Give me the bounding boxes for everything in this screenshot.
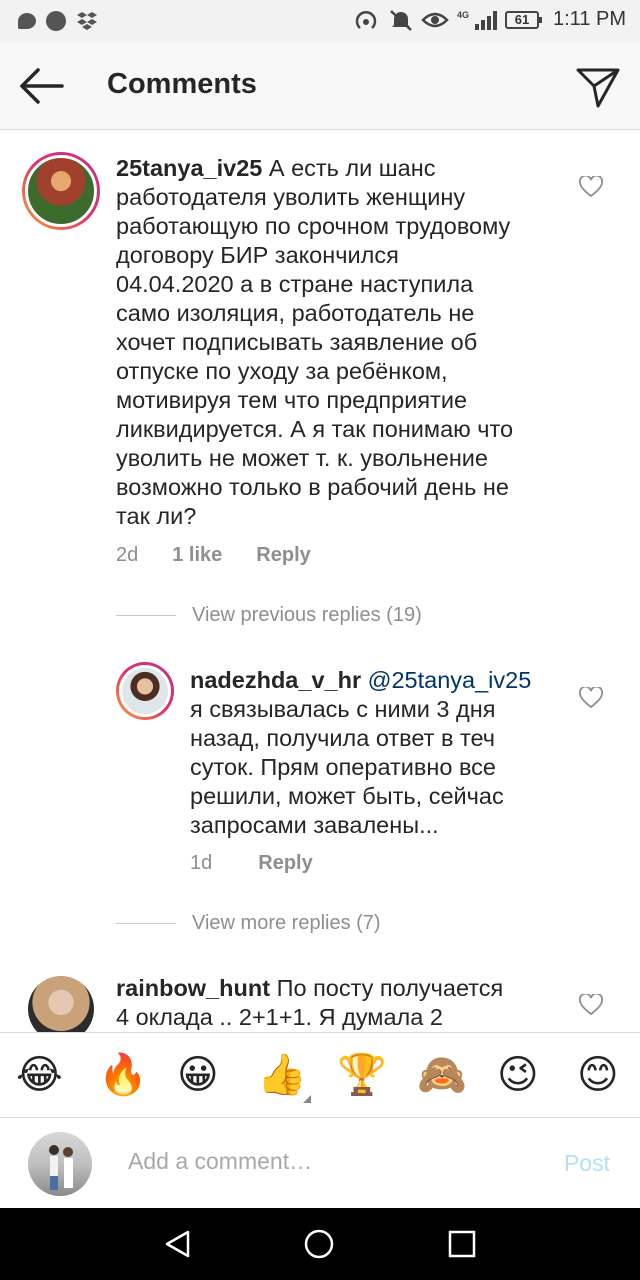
comment-text-line: ликвидируется. А я так понимаю что <box>116 416 514 442</box>
comment-text-line: работодателя уволить женщину <box>116 184 466 210</box>
couple-photo-icon <box>49 1145 73 1190</box>
nav-back-icon[interactable] <box>162 1228 194 1260</box>
like-heart-icon[interactable] <box>579 994 603 1016</box>
comment-text-line: решили, может быть, сейчас <box>190 783 504 809</box>
comment-likes[interactable]: 1 like <box>172 544 222 567</box>
circle-notification-icon <box>46 11 66 31</box>
comment-meta: 2d 1 like Reply <box>116 544 311 567</box>
comment-text-line: так ли? <box>116 503 197 529</box>
comment-text-line: отпуске по уходу за ребёнком, <box>116 358 448 384</box>
chat-bubble-icon <box>18 13 36 29</box>
page-title: Comments <box>107 68 257 100</box>
my-avatar <box>28 1132 92 1196</box>
status-bar: 4G 61 1:11 PM <box>0 0 640 42</box>
emoji-button[interactable]: 😊 <box>577 1053 619 1097</box>
emoji-button[interactable]: 😂 <box>16 1053 63 1097</box>
divider <box>116 615 176 616</box>
comment-text-line: хочет подписывать заявление об <box>116 329 478 355</box>
comment-body: 25tanya_iv25 А есть ли шанс работодателя… <box>116 154 566 531</box>
divider <box>116 923 176 924</box>
avatar[interactable] <box>28 976 94 1032</box>
avatar[interactable] <box>116 662 174 720</box>
comment-composer: Add a comment… Post <box>0 1118 640 1208</box>
comment-body: rainbow_hunt По посту получается 4 оклад… <box>116 974 566 1032</box>
comment-text-line: мотивируя тем что предприятие <box>116 387 468 413</box>
nav-recents-icon[interactable] <box>446 1228 478 1260</box>
comment-text-line: договору БИР закончился <box>116 242 399 268</box>
send-icon[interactable] <box>574 62 622 110</box>
eye-comfort-icon <box>421 12 449 27</box>
reply-comment-body: nadezhda_v_hr @25tanya_iv25 я связывалас… <box>190 666 560 840</box>
comment-text-line: уволить не может т. к. увольнение <box>116 445 488 471</box>
reply-meta: 1d Reply <box>190 852 313 875</box>
emoji-button[interactable]: 🏆 <box>337 1053 387 1097</box>
header-bar: Comments <box>0 42 640 130</box>
back-arrow-icon[interactable] <box>16 64 66 108</box>
system-indicators: 4G 61 1:11 PM <box>355 8 626 31</box>
comment-input[interactable]: Add a comment… <box>128 1148 312 1175</box>
post-button[interactable]: Post <box>564 1150 610 1177</box>
nav-home-icon[interactable] <box>303 1228 335 1260</box>
avatar[interactable] <box>22 152 100 230</box>
like-heart-icon[interactable] <box>579 687 603 709</box>
mention-link[interactable]: @25tanya_iv25 <box>368 667 532 693</box>
emoji-button[interactable]: 🔥 <box>98 1053 148 1097</box>
comment-text-line: работающую по срочном трудовому <box>116 213 511 239</box>
comment-text-line: я связывалась с ними 3 дня <box>190 696 496 722</box>
view-more-label[interactable]: View more replies (7) <box>192 912 381 935</box>
comment-text-line: возможно только в рабочий день не <box>116 474 509 500</box>
like-heart-icon[interactable] <box>579 176 603 198</box>
emoji-button[interactable]: 😉 <box>497 1053 539 1097</box>
comment-text-line: запросами завалены... <box>190 812 439 838</box>
signal-icon: 4G <box>457 10 497 30</box>
comment-username[interactable]: 25tanya_iv25 <box>116 155 262 181</box>
comment-text-line: само изоляция, работодатель не <box>116 300 475 326</box>
comment-text-line: назад, получила ответ в теч <box>190 725 495 751</box>
reply-button[interactable]: Reply <box>258 852 312 875</box>
comments-list[interactable]: 25tanya_iv25 А есть ли шанс работодателя… <box>0 130 640 1032</box>
comment-text-line: 04.04.2020 а в стране наступила <box>116 271 474 297</box>
comment-time: 2d <box>116 544 139 566</box>
comment-text-line: А есть ли шанс <box>268 155 436 181</box>
status-time: 1:11 PM <box>553 8 626 30</box>
comment-text-line: По посту получается <box>276 975 504 1001</box>
hotspot-icon <box>355 10 377 29</box>
skin-tone-indicator-icon <box>303 1095 311 1103</box>
reply-button[interactable]: Reply <box>256 544 310 567</box>
svg-text:4G: 4G <box>457 10 469 20</box>
view-previous-label[interactable]: View previous replies (19) <box>192 604 422 627</box>
comment-username[interactable]: rainbow_hunt <box>116 975 270 1001</box>
emoji-button[interactable]: 👍 <box>257 1053 307 1097</box>
view-more-replies[interactable]: View more replies (7) <box>116 912 381 935</box>
comment-text-line: суток. Прям оперативно все <box>190 754 496 780</box>
notification-icons <box>18 11 98 31</box>
comment-time: 1d <box>190 852 213 874</box>
comment-username[interactable]: nadezhda_v_hr <box>190 667 361 693</box>
mute-icon <box>390 9 412 31</box>
emoji-button[interactable]: 🙈 <box>417 1053 467 1097</box>
view-previous-replies[interactable]: View previous replies (19) <box>116 604 422 627</box>
battery-indicator: 61 <box>505 10 542 29</box>
quick-emoji-bar: 😂 🔥 😀 👍 🏆 🙈 😉 😊 <box>0 1032 640 1118</box>
system-nav-bar <box>0 1208 640 1280</box>
comment-text-line: 4 оклада .. 2+1+1. Я думала 2 <box>116 1004 443 1030</box>
dropbox-icon <box>77 12 97 30</box>
emoji-button[interactable]: 😀 <box>177 1053 219 1097</box>
